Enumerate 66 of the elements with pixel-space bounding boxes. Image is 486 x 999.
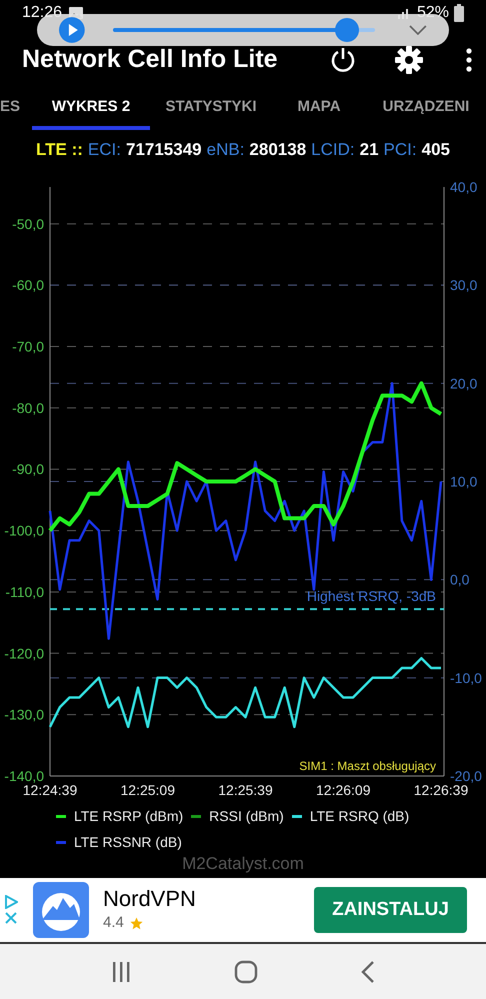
legend-label: RSSI (dBm) — [209, 807, 284, 826]
network-type: LTE :: — [36, 139, 83, 162]
more-menu-icon[interactable] — [466, 48, 472, 72]
rating-value: 4.4 — [103, 912, 124, 933]
axis-tick-label: 12:25:09 — [120, 782, 175, 798]
chart-caption: SIM1 : Maszt obsługujący — [299, 759, 436, 773]
axis-tick-label: -140,0 — [4, 768, 44, 784]
field-value: 405 — [422, 139, 450, 162]
legend-label: LTE RSRP (dBm) — [74, 807, 184, 826]
battery-icon — [454, 4, 464, 22]
legend-label: LTE RSSNR (dB) — [74, 833, 182, 852]
legend-label: LTE RSRQ (dB) — [310, 807, 410, 826]
field-label: PCI: — [384, 139, 417, 162]
tab[interactable]: URZĄDZENI — [366, 88, 486, 130]
axis-tick-label: 30,0 — [450, 277, 478, 294]
play-icon[interactable] — [59, 17, 85, 43]
axis-tick-label: -100,0 — [4, 522, 44, 539]
mountain-logo-icon — [33, 882, 89, 938]
field-value: 21 — [360, 139, 379, 162]
axis-tick-label: 0,0 — [450, 572, 470, 588]
legend-swatch — [56, 841, 66, 844]
back-icon[interactable] — [360, 960, 375, 982]
axis-tick-label: 12:25:39 — [218, 782, 273, 798]
star-icon — [130, 916, 143, 930]
axis-tick-label: 20,0 — [450, 375, 478, 392]
status-time: 12:26 — [22, 3, 62, 23]
ad-title: NordVPN — [103, 886, 197, 912]
legend-swatch — [292, 815, 302, 818]
slider-thumb[interactable] — [335, 18, 360, 42]
axis-tick-label: 10,0 — [450, 474, 478, 490]
axis-tick-label: 12:26:39 — [414, 782, 468, 798]
axis-tick-label: -70,0 — [12, 338, 44, 355]
recent-apps-icon[interactable] — [111, 960, 132, 982]
axis-tick-label: 12:26:09 — [316, 782, 370, 798]
ad-choices-icon — [4, 895, 18, 909]
watermark-text: M2Catalyst.com — [181, 854, 305, 875]
axis-tick-label: -10,0 — [450, 670, 482, 686]
tab[interactable]: WYKRES 2 — [32, 88, 150, 130]
field-label: LCID: — [311, 139, 355, 162]
axis-tick-label: -90,0 — [12, 461, 44, 478]
legend-swatch — [56, 815, 66, 818]
app-title: Network Cell Info Lite — [22, 45, 278, 74]
axis-tick-label: 40,0 — [450, 179, 478, 195]
tab[interactable]: STATYSTYKI — [150, 88, 272, 130]
field-value: 280138 — [249, 139, 306, 162]
axis-tick-label: -60,0 — [12, 277, 44, 294]
tab[interactable]: ES — [0, 88, 32, 130]
axis-tick-label: -130,0 — [4, 706, 44, 723]
field-label: eNB: — [206, 139, 244, 162]
chevron-down-icon[interactable] — [409, 25, 427, 35]
threshold-label: Highest RSRQ, -3dB — [306, 588, 436, 604]
axis-tick-label: -110,0 — [5, 584, 44, 600]
slider-track[interactable] — [112, 18, 376, 42]
axis-tick-label: -120,0 — [4, 645, 44, 662]
home-icon[interactable] — [234, 960, 258, 984]
power-icon[interactable] — [329, 46, 357, 74]
axis-tick-label: 12:24:39 — [22, 782, 78, 798]
field-value: 71715349 — [126, 139, 202, 162]
axis-tick-label: -80,0 — [12, 400, 44, 416]
field-label: ECI: — [88, 139, 121, 162]
tab[interactable]: MAPA — [272, 88, 366, 130]
axis-tick-label: -20,0 — [450, 768, 482, 784]
settings-icon[interactable] — [394, 45, 424, 75]
legend-swatch — [191, 815, 202, 818]
axis-tick-label: -50,0 — [12, 216, 44, 232]
install-button[interactable]: ZAINSTALUJ — [314, 887, 467, 933]
